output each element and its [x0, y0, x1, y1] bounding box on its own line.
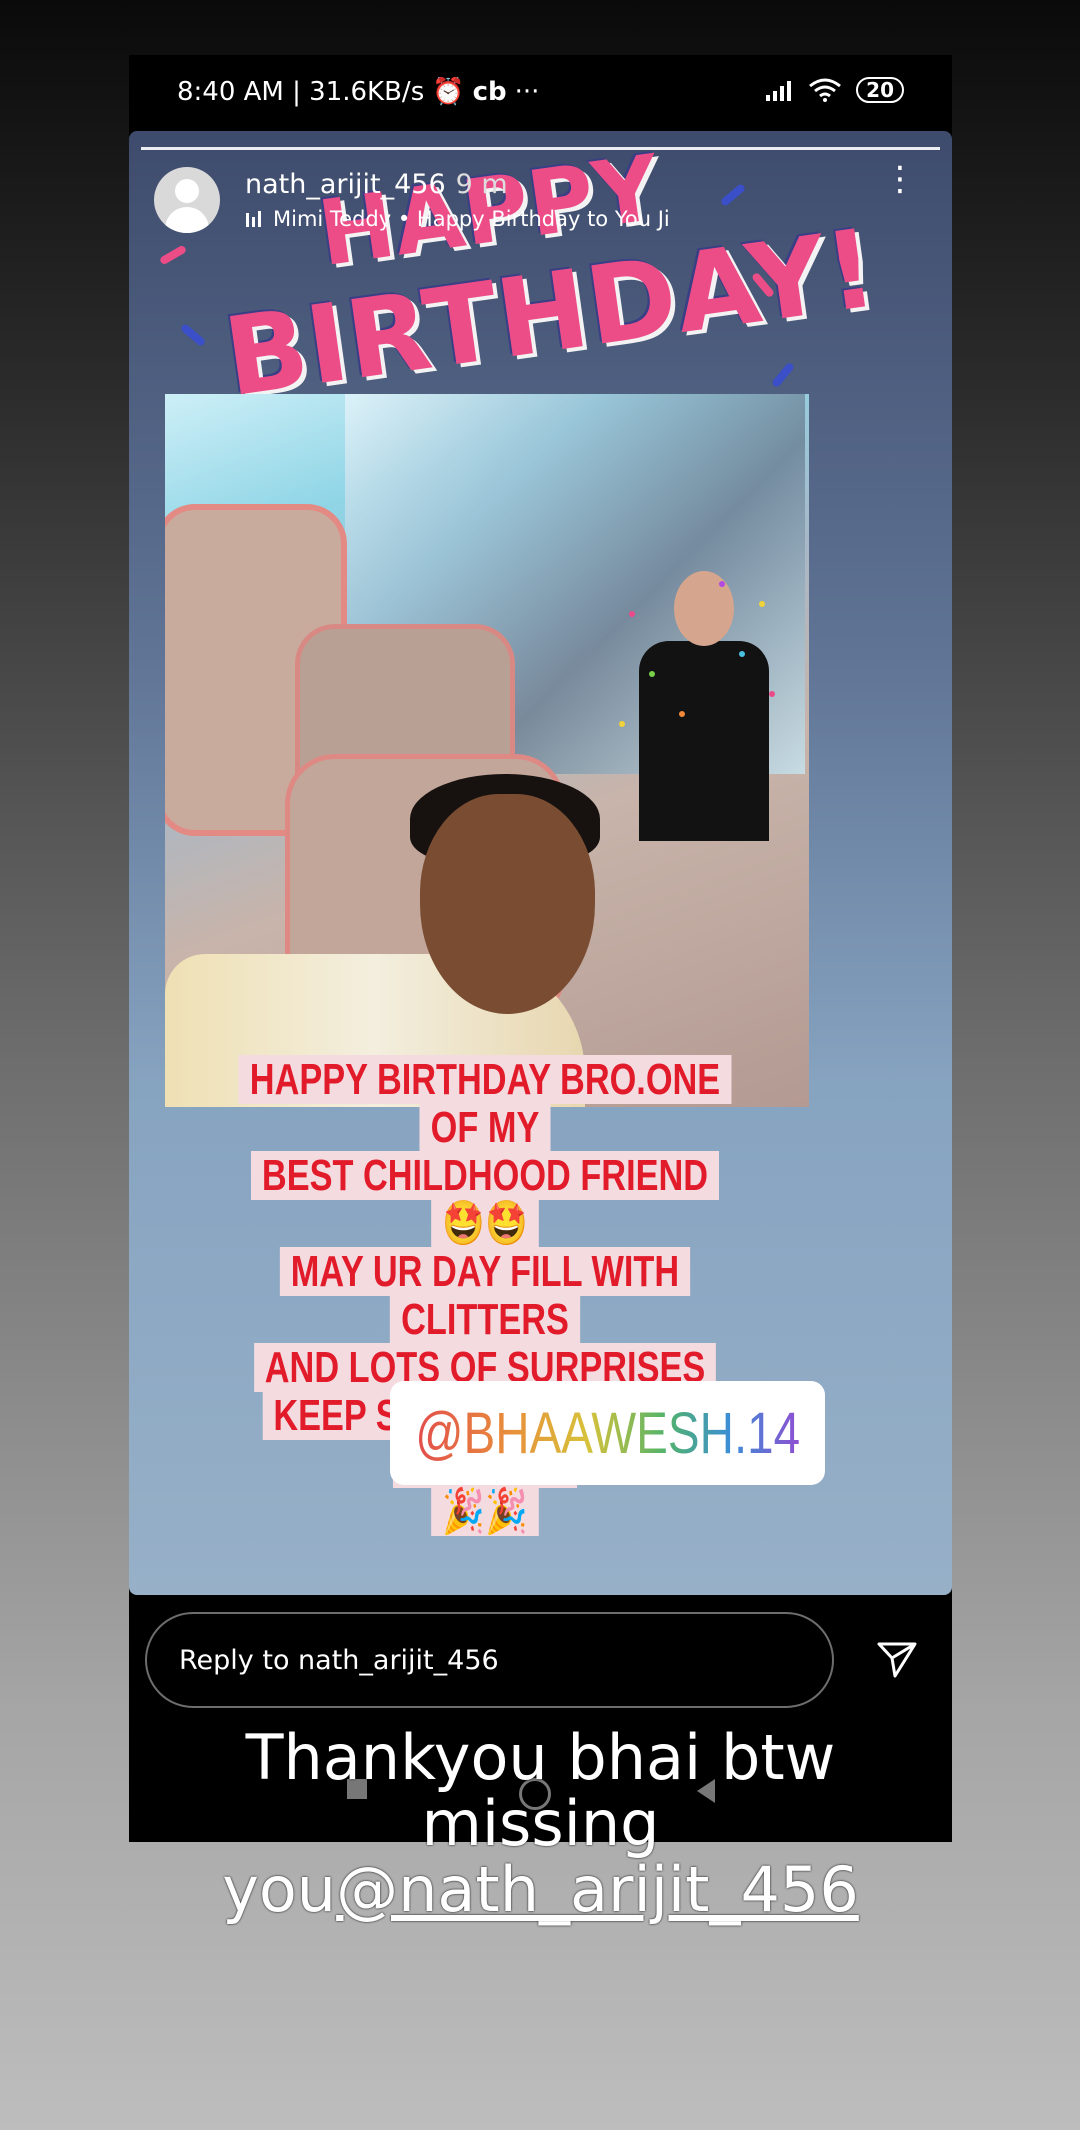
- story-card[interactable]: HAPPY BIRTHDAY! nath_arijit_456 9 m Mimi …: [129, 131, 952, 1595]
- music-bars-icon: [246, 211, 261, 227]
- message-line: BEST CHILDHOOD FRIEND 🤩🤩: [251, 1151, 720, 1248]
- story-music[interactable]: Mimi Teddy • Happy Birthday to You Ji: [245, 207, 670, 231]
- music-label: Mimi Teddy • Happy Birthday to You Ji: [273, 207, 670, 231]
- status-left: 8:40 AM | 31.6KB/s ⏰ cb ···: [177, 77, 539, 107]
- reply-placeholder: Reply to nath_arijit_456: [179, 1644, 499, 1676]
- username-text[interactable]: nath_arijit_456: [245, 169, 446, 200]
- story-username[interactable]: nath_arijit_456 9 m: [245, 169, 508, 200]
- status-time: 8:40 AM | 31.6KB/s: [177, 77, 425, 107]
- story-time: 9 m: [455, 169, 508, 200]
- caption-mention[interactable]: @nath_arijit_456: [336, 1853, 859, 1926]
- reply-input[interactable]: Reply to nath_arijit_456: [145, 1612, 834, 1708]
- confetti-piece: [770, 361, 796, 389]
- app-indicator: cb: [472, 77, 507, 107]
- mention-sticker[interactable]: @BHAAWESH.14: [390, 1381, 825, 1485]
- avatar[interactable]: [154, 167, 220, 233]
- status-right: 20: [764, 77, 904, 103]
- alarm-icon: ⏰: [432, 77, 465, 107]
- phone-screen: 8:40 AM | 31.6KB/s ⏰ cb ··· 20 HAPPY BIR…: [129, 55, 952, 1842]
- mention-text[interactable]: @BHAAWESH.14: [415, 1400, 800, 1467]
- more-options-icon[interactable]: ⋮: [883, 162, 917, 196]
- story-header: nath_arijit_456 9 m Mimi Teddy • Happy Bi…: [154, 162, 927, 237]
- message-line: HAPPY BIRTHDAY BRO.ONE OF MY: [238, 1055, 732, 1152]
- more-notifications-icon: ···: [514, 77, 540, 107]
- message-line: MAY UR DAY FILL WITH CLITTERS: [279, 1247, 691, 1344]
- battery-icon: 20: [856, 77, 904, 103]
- status-bar: 8:40 AM | 31.6KB/s ⏰ cb ··· 20: [129, 55, 952, 131]
- confetti-piece: [158, 244, 188, 266]
- signal-icon: [766, 81, 792, 101]
- blowing-kiss-gif-sticker: [619, 571, 779, 851]
- message-line: 🎉🎉: [431, 1487, 539, 1536]
- send-icon[interactable]: [875, 1638, 919, 1682]
- caption-overlay: Thankyou bhai btw missing you@nath_ariji…: [129, 1725, 952, 1923]
- wifi-icon: [809, 78, 842, 102]
